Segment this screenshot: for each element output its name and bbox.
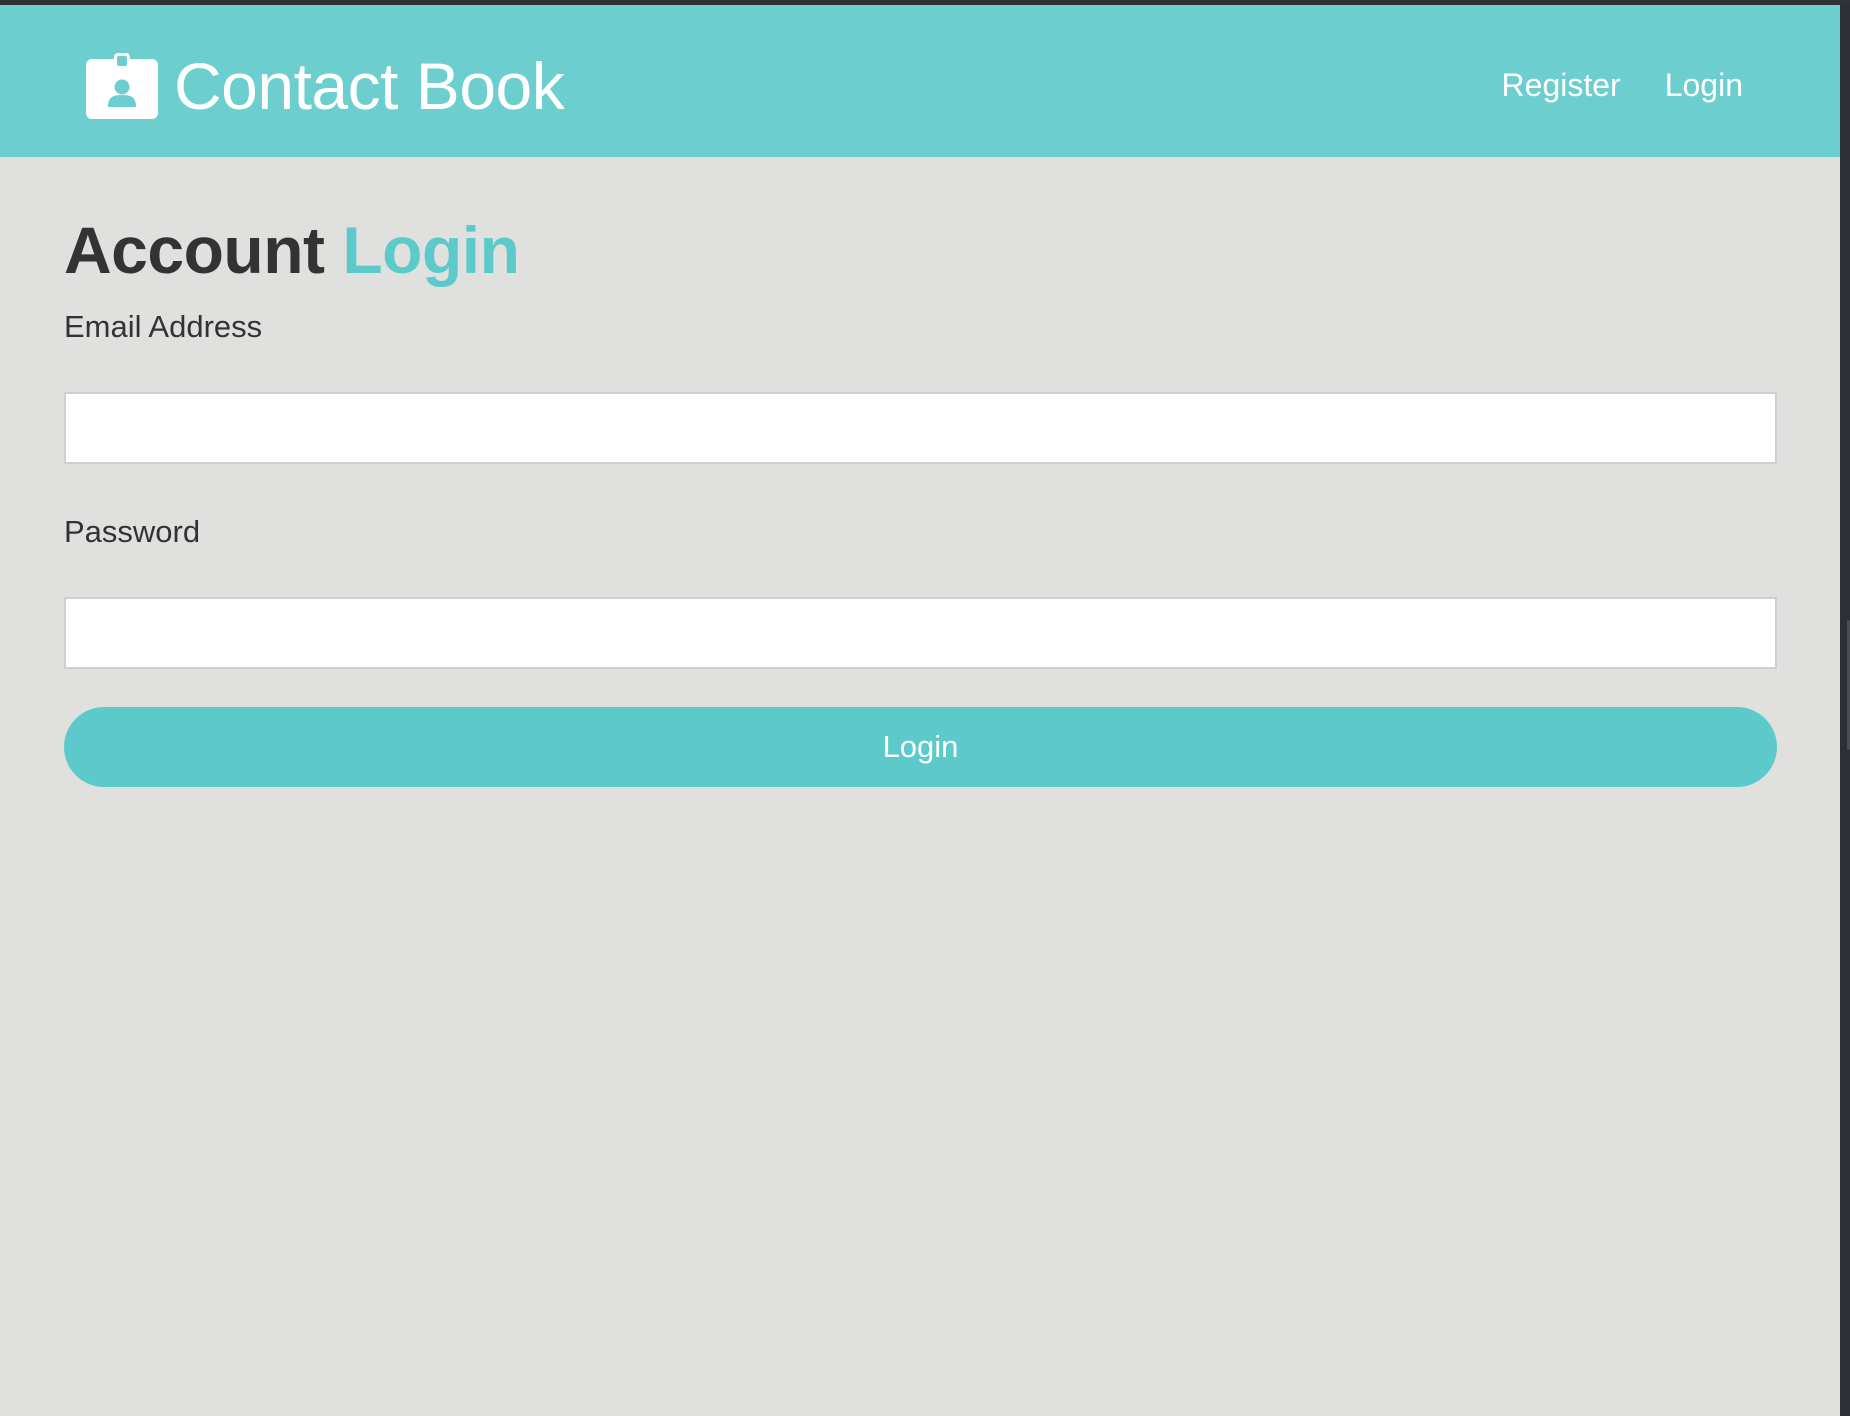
login-submit-button[interactable]: Login <box>64 707 1777 787</box>
id-badge-icon <box>86 53 158 119</box>
page-title-prefix: Account <box>64 213 325 287</box>
brand-title: Contact Book <box>174 49 565 123</box>
email-label: Email Address <box>64 309 263 344</box>
brand-link[interactable]: Contact Book <box>86 45 565 127</box>
nav-register-link[interactable]: Register <box>1502 63 1621 107</box>
window-edge-scrollbar <box>1840 5 1850 1416</box>
page-title-accent: Login <box>342 213 520 287</box>
password-input[interactable] <box>64 597 1777 669</box>
page-title: Account Login <box>64 207 1777 293</box>
nav-login-link[interactable]: Login <box>1665 63 1743 107</box>
navbar: Contact Book Register Login <box>0 5 1840 157</box>
email-input[interactable] <box>64 392 1777 464</box>
login-form-container: Account Login Email Address Password Log… <box>64 157 1777 787</box>
password-label: Password <box>64 514 201 549</box>
nav-links: Register Login <box>1502 63 1743 107</box>
